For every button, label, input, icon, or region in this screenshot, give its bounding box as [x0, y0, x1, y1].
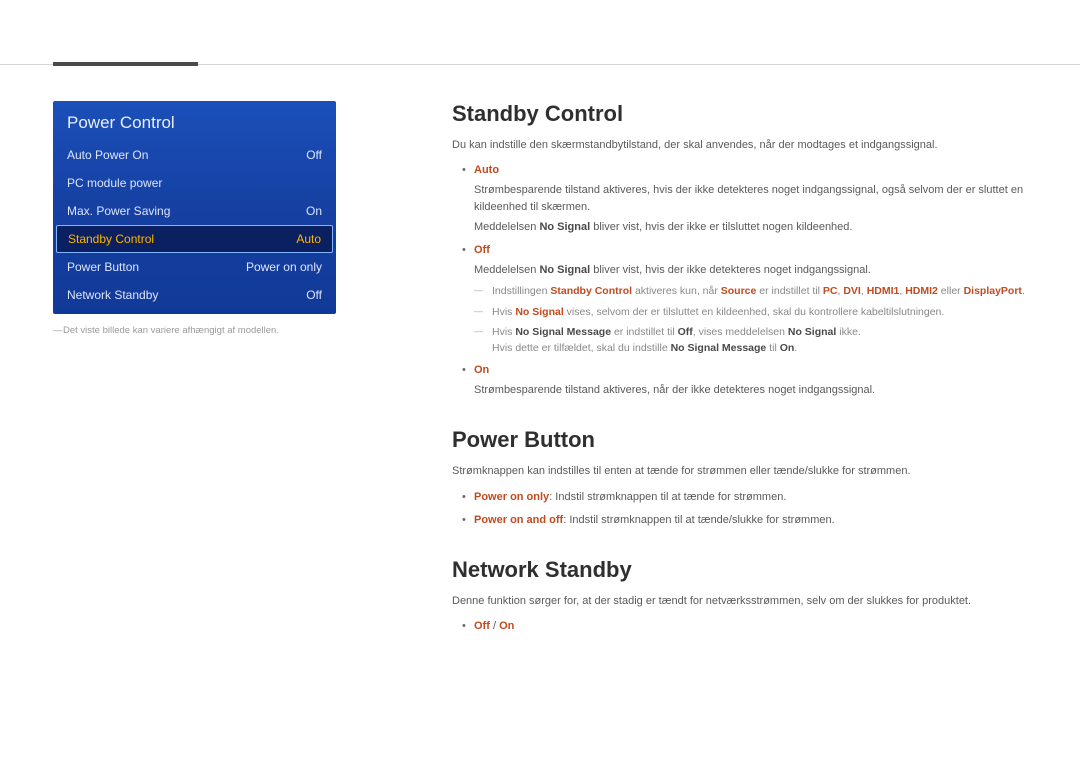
- osd-label: Network Standby: [67, 288, 158, 302]
- left-column: Power Control Auto Power On Off PC modul…: [53, 101, 336, 338]
- option-label: On: [499, 620, 514, 632]
- option-desc: Meddelelsen No Signal bliver vist, hvis …: [474, 219, 1027, 236]
- option-desc: Meddelelsen No Signal bliver vist, hvis …: [474, 262, 1027, 279]
- section-network-standby: Network Standby Denne funktion sørger fo…: [452, 557, 1027, 635]
- osd-value: Power on only: [246, 260, 322, 274]
- option-desc: Strømbesparende tilstand aktiveres, hvis…: [474, 182, 1027, 216]
- list-item: Power on and off: Indstil strømknappen t…: [474, 512, 1027, 529]
- osd-row-auto-power-on[interactable]: Auto Power On Off: [53, 141, 336, 169]
- osd-label: Standby Control: [68, 232, 154, 246]
- osd-value: Auto: [296, 232, 321, 246]
- section-heading: Standby Control: [452, 101, 1027, 127]
- osd-title: Power Control: [53, 101, 336, 141]
- option-label: Off: [474, 620, 490, 632]
- osd-row-standby-control[interactable]: Standby Control Auto: [56, 225, 333, 253]
- osd-value: Off: [306, 148, 322, 162]
- list-item: Off / On: [474, 618, 1027, 635]
- sub-list: Indstillingen Standby Control aktiveres …: [474, 283, 1027, 356]
- main-column: Standby Control Du kan indstille den skæ…: [452, 101, 1027, 663]
- body-text: Du kan indstille den skærmstandbytilstan…: [452, 137, 1027, 154]
- sub-list-item: Hvis No Signal Message er indstillet til…: [492, 324, 1027, 357]
- list-item: Auto Strømbesparende tilstand aktiveres,…: [474, 162, 1027, 236]
- option-label: Off: [474, 244, 490, 256]
- option-label: Power on only: [474, 491, 549, 503]
- osd-label: PC module power: [67, 176, 162, 190]
- osd-label: Auto Power On: [67, 148, 148, 162]
- list-item: On Strømbesparende tilstand aktiveres, n…: [474, 362, 1027, 399]
- osd-label: Max. Power Saving: [67, 204, 170, 218]
- osd-value: Off: [306, 288, 322, 302]
- osd-row-pc-module-power[interactable]: PC module power: [53, 169, 336, 197]
- section-power-button: Power Button Strømknappen kan indstilles…: [452, 427, 1027, 528]
- body-text: Strømknappen kan indstilles til enten at…: [452, 463, 1027, 480]
- osd-footnote: ―Det viste billede kan variere afhængigt…: [53, 324, 336, 338]
- osd-row-network-standby[interactable]: Network Standby Off: [53, 281, 336, 309]
- osd-row-max-power-saving[interactable]: Max. Power Saving On: [53, 197, 336, 225]
- list-item: Power on only: Indstil strømknappen til …: [474, 489, 1027, 506]
- header-accent: [53, 62, 198, 66]
- option-label: Power on and off: [474, 514, 563, 526]
- sub-list-item: Hvis No Signal vises, selvom der er tils…: [492, 304, 1027, 320]
- bullet-list: Off / On: [452, 618, 1027, 635]
- section-standby-control: Standby Control Du kan indstille den skæ…: [452, 101, 1027, 399]
- option-desc: Strømbesparende tilstand aktiveres, når …: [474, 382, 1027, 399]
- section-heading: Network Standby: [452, 557, 1027, 583]
- option-label: On: [474, 364, 489, 376]
- osd-row-power-button[interactable]: Power Button Power on only: [53, 253, 336, 281]
- osd-value: On: [306, 204, 322, 218]
- bullet-list: Auto Strømbesparende tilstand aktiveres,…: [452, 162, 1027, 399]
- section-heading: Power Button: [452, 427, 1027, 453]
- body-text: Denne funktion sørger for, at der stadig…: [452, 593, 1027, 610]
- option-label: Auto: [474, 164, 499, 176]
- sub-list-item: Indstillingen Standby Control aktiveres …: [492, 283, 1027, 299]
- osd-label: Power Button: [67, 260, 139, 274]
- osd-footnote-text: Det viste billede kan variere afhængigt …: [63, 325, 279, 336]
- dash-icon: ―: [53, 324, 63, 338]
- list-item: Off Meddelelsen No Signal bliver vist, h…: [474, 242, 1027, 356]
- osd-panel: Power Control Auto Power On Off PC modul…: [53, 101, 336, 314]
- bullet-list: Power on only: Indstil strømknappen til …: [452, 489, 1027, 529]
